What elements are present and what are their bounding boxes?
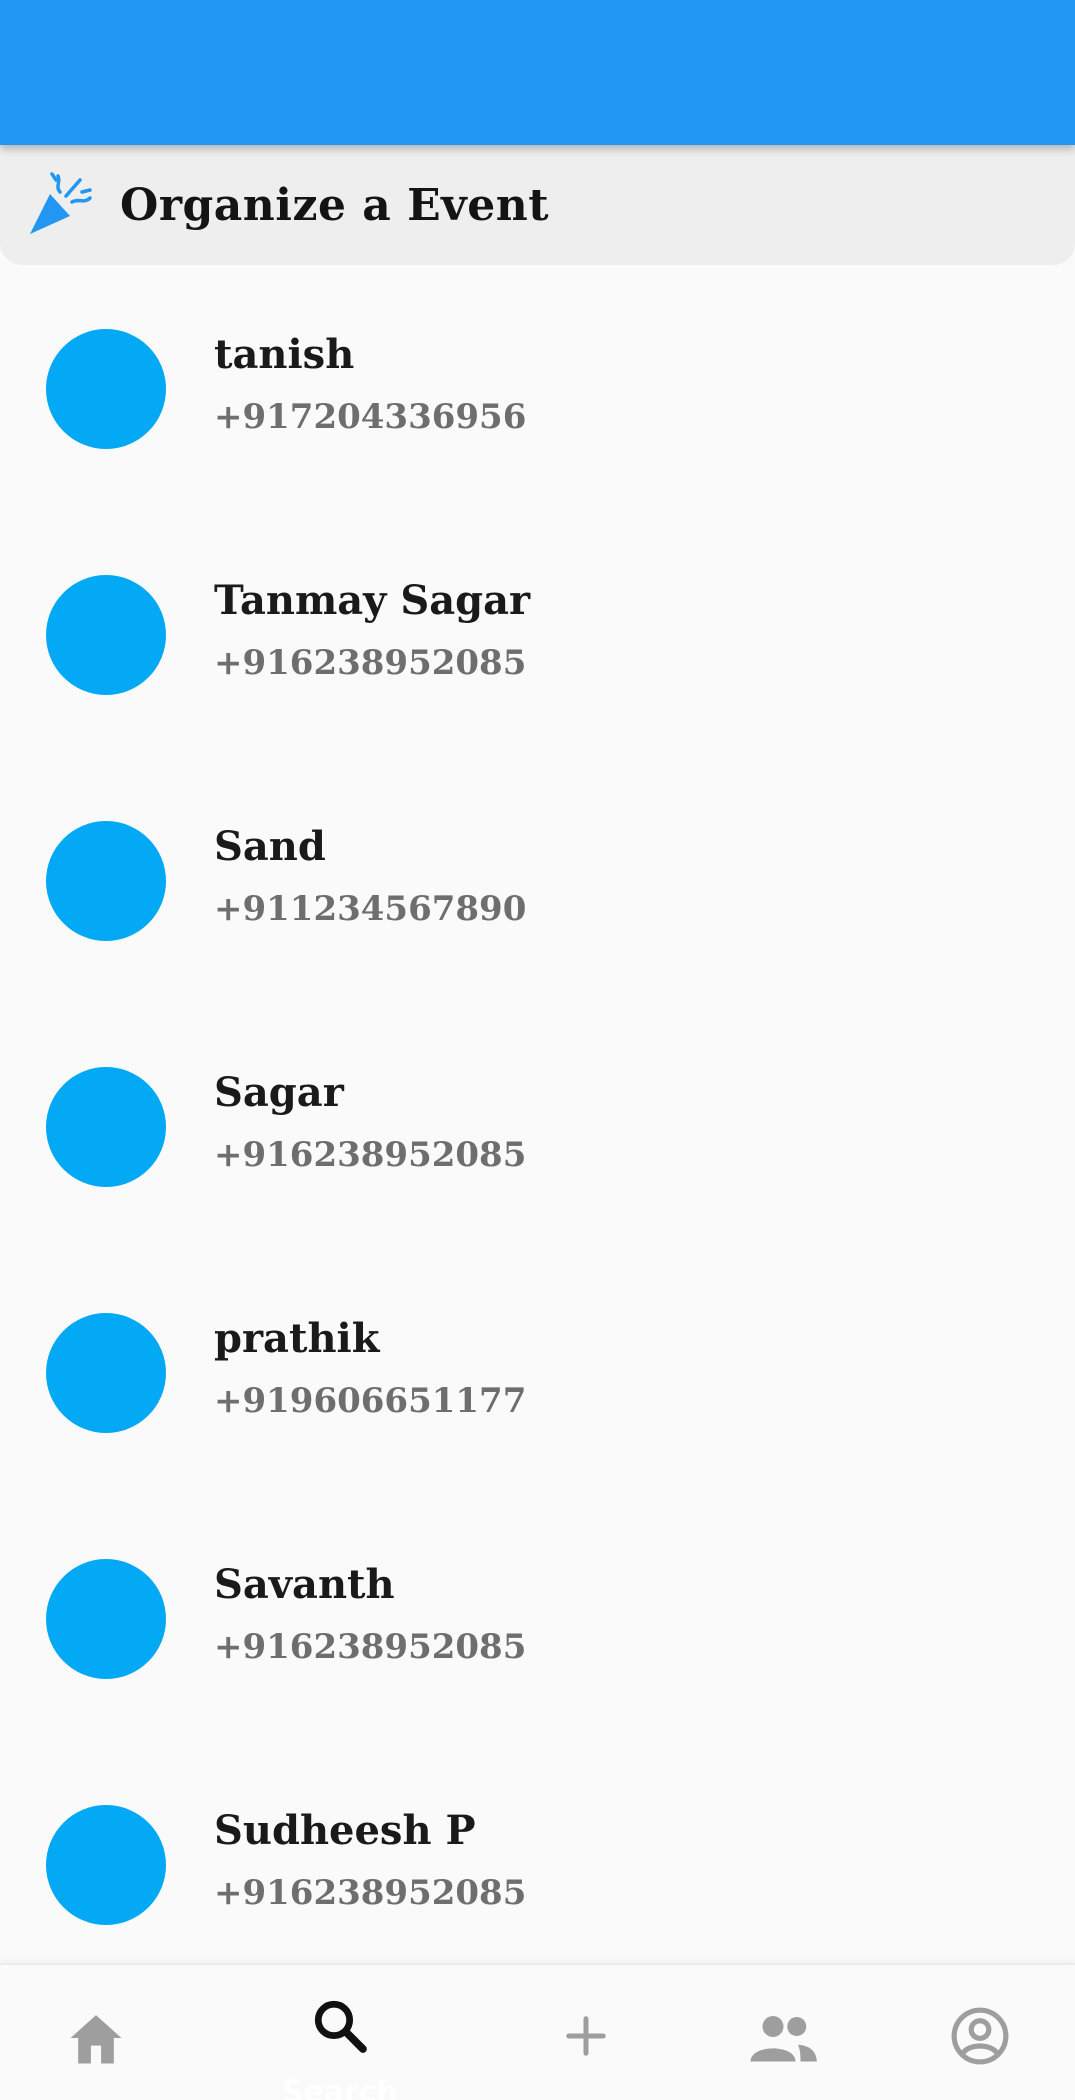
contact-name: Sudheesh P (214, 1807, 476, 1854)
nav-people[interactable] (723, 1965, 843, 2100)
bottom-navigation: Search (0, 1963, 1075, 2100)
nav-add[interactable] (526, 1965, 646, 2100)
contact-item[interactable]: Sagar +916238952085 (0, 1003, 1075, 1249)
avatar (46, 821, 166, 941)
contact-item[interactable]: prathik +919606651177 (0, 1249, 1075, 1495)
contact-name: Savanth (214, 1561, 395, 1608)
avatar (46, 1559, 166, 1679)
contact-phone: +916238952085 (214, 643, 527, 683)
contact-phone: +919606651177 (214, 1381, 527, 1421)
contact-name: tanish (214, 331, 355, 378)
nav-account[interactable] (920, 1965, 1040, 2100)
nav-search-label: Search (281, 2075, 399, 2100)
contact-phone: +917204336956 (214, 397, 527, 437)
app-bar (0, 0, 1075, 145)
avatar (46, 329, 166, 449)
contact-item[interactable]: tanish +917204336956 (0, 265, 1075, 511)
contact-item[interactable]: Savanth +916238952085 (0, 1495, 1075, 1741)
avatar (46, 1067, 166, 1187)
avatar (46, 1313, 166, 1433)
contact-phone: +916238952085 (214, 1135, 527, 1175)
avatar (46, 1805, 166, 1925)
contact-phone: +911234567890 (214, 889, 527, 929)
organize-event-button[interactable]: Organize a Event (0, 145, 1075, 265)
contact-item[interactable]: Sudheesh P +916238952085 (0, 1741, 1075, 1965)
contact-name: prathik (214, 1315, 380, 1362)
nav-home[interactable] (36, 1965, 156, 2100)
avatar (46, 575, 166, 695)
contact-name: Tanmay Sagar (214, 577, 531, 624)
contact-name: Sand (214, 823, 326, 870)
nav-search[interactable]: Search (280, 1965, 400, 2100)
party-popper-icon (26, 170, 96, 240)
contact-item[interactable]: Tanmay Sagar +916238952085 (0, 511, 1075, 757)
contact-list: tanish +917204336956 Tanmay Sagar +91623… (0, 265, 1075, 1965)
contact-item[interactable]: Sand +911234567890 (0, 757, 1075, 1003)
organize-event-title: Organize a Event (120, 179, 550, 231)
contact-phone: +916238952085 (214, 1627, 527, 1667)
contact-phone: +916238952085 (214, 1873, 527, 1913)
contact-name: Sagar (214, 1069, 344, 1116)
